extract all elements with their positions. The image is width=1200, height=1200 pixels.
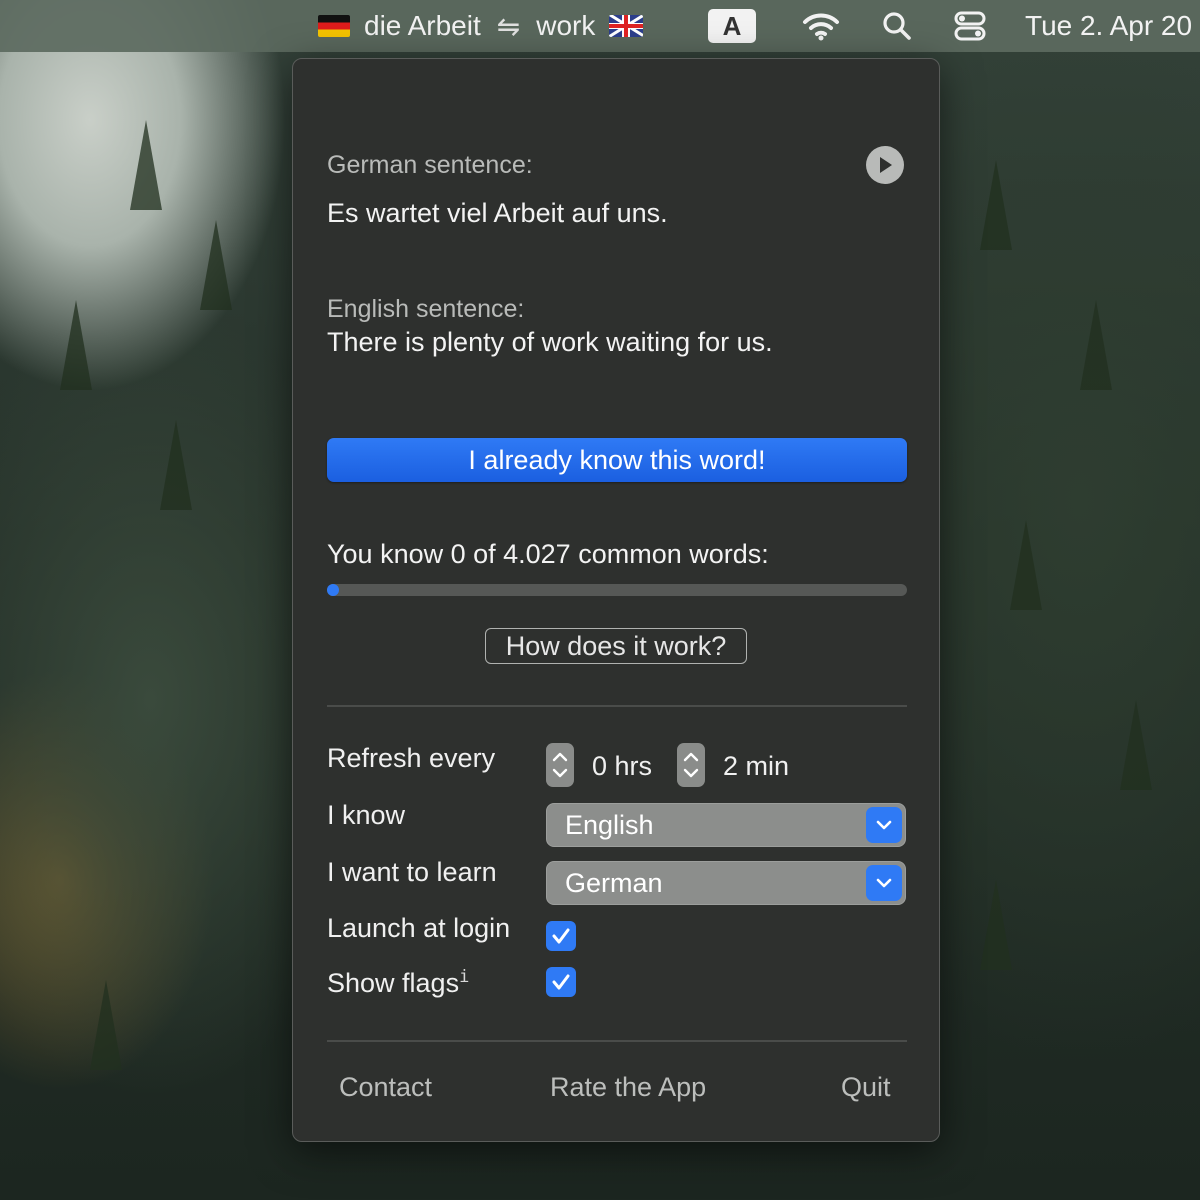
uk-flag-icon	[609, 15, 644, 37]
control-center-icon	[954, 11, 986, 41]
launch-at-login-label: Launch at login	[327, 913, 511, 943]
play-icon	[880, 157, 892, 173]
input-source-icon: A	[708, 9, 756, 43]
minutes-value: 2 min	[723, 751, 790, 781]
chevron-down-icon	[876, 820, 892, 830]
chevron-down-icon	[683, 768, 699, 778]
wifi-icon	[803, 13, 839, 41]
spotlight-button[interactable]	[882, 0, 912, 52]
german-sentence-label: German sentence:	[327, 151, 533, 179]
contact-link[interactable]: Contact	[339, 1072, 432, 1103]
show-flags-label: Show flagsi	[327, 967, 469, 999]
search-icon	[883, 12, 911, 40]
launch-at-login-checkbox[interactable]	[546, 921, 576, 951]
vocabulary-popover: German sentence: Es wartet viel Arbeit a…	[292, 58, 940, 1142]
chevron-up-icon	[552, 752, 568, 762]
info-icon[interactable]: i	[459, 967, 469, 987]
english-sentence-label: English sentence:	[327, 295, 525, 323]
input-source-menu[interactable]: A	[708, 0, 756, 52]
menu-bar: die Arbeit ⇋ work A Tue 2. Apr 20	[0, 0, 1200, 52]
german-sentence: Es wartet viel Arbeit auf uns.	[327, 198, 668, 228]
how-does-it-work-button[interactable]: How does it work?	[485, 628, 747, 664]
menubar-german-word: die Arbeit	[364, 10, 481, 41]
divider	[327, 1040, 907, 1042]
minutes-stepper[interactable]	[677, 743, 705, 787]
english-sentence: There is plenty of work waiting for us.	[327, 327, 773, 357]
i-know-label: I know	[327, 800, 406, 830]
show-flags-text: Show flags	[327, 968, 460, 998]
hours-value: 0 hrs	[592, 751, 653, 781]
known-language-value: English	[565, 809, 654, 840]
play-audio-button[interactable]	[866, 146, 904, 184]
already-know-button[interactable]: I already know this word!	[327, 438, 907, 482]
quit-link[interactable]: Quit	[841, 1072, 891, 1103]
wifi-menu[interactable]	[802, 0, 840, 52]
known-words-progress-bar	[327, 584, 907, 596]
learn-language-select[interactable]: German	[546, 861, 906, 905]
hours-stepper[interactable]	[546, 743, 574, 787]
divider	[327, 705, 907, 707]
vocab-menu-item[interactable]: die Arbeit ⇋ work	[318, 0, 644, 52]
learn-language-value: German	[565, 867, 663, 898]
dropdown-arrow	[866, 865, 902, 901]
swap-icon: ⇋	[496, 10, 521, 42]
rate-app-link[interactable]: Rate the App	[550, 1072, 706, 1103]
learn-label: I want to learn	[327, 857, 497, 887]
menubar-clock[interactable]: Tue 2. Apr 20	[1025, 0, 1192, 52]
checkmark-icon	[552, 974, 570, 990]
chevron-down-icon	[876, 878, 892, 888]
known-language-select[interactable]: English	[546, 803, 906, 847]
show-flags-checkbox[interactable]	[546, 967, 576, 997]
menubar-english-word: work	[536, 10, 596, 41]
progress-fill	[327, 584, 339, 596]
chevron-up-icon	[683, 752, 699, 762]
germany-flag-icon	[318, 15, 350, 37]
refresh-label: Refresh every	[327, 743, 496, 773]
dropdown-arrow	[866, 807, 902, 843]
control-center-button[interactable]	[954, 0, 986, 52]
progress-text: You know 0 of 4.027 common words:	[327, 539, 769, 569]
chevron-down-icon	[552, 768, 568, 778]
checkmark-icon	[552, 928, 570, 944]
